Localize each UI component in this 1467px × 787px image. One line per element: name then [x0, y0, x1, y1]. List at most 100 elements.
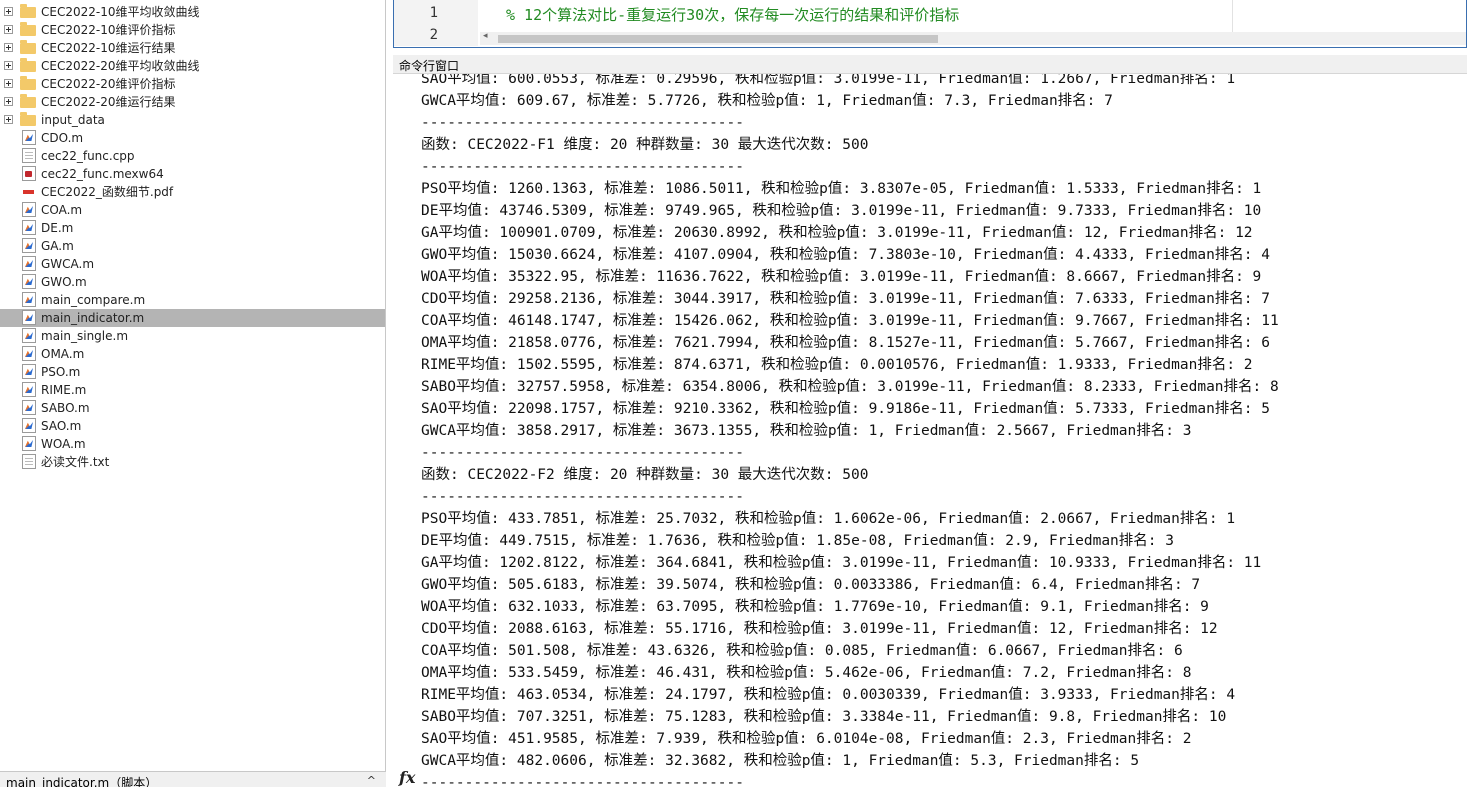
matlab-file-icon	[22, 256, 36, 271]
pdf-file-icon	[22, 184, 36, 199]
expand-icon[interactable]	[4, 79, 13, 88]
output-line: PSO平均值: 433.7851, 标准差: 25.7032, 秩和检验p值: …	[421, 511, 1236, 527]
file-row[interactable]: main_single.m	[0, 327, 386, 345]
expand-icon[interactable]	[4, 25, 13, 34]
file-name: PSO.m	[41, 365, 81, 379]
file-row[interactable]: GWCA.m	[0, 255, 386, 273]
code-line-1[interactable]: % 12个算法对比-重复运行30次，保存每一次运行的结果和评价指标	[506, 4, 959, 25]
file-row[interactable]: cec22_func.mexw64	[0, 165, 386, 183]
file-row[interactable]: COA.m	[0, 201, 386, 219]
expand-icon[interactable]	[4, 7, 13, 16]
output-line: DE平均值: 43746.5309, 标准差: 9749.965, 秩和检验p值…	[421, 203, 1262, 219]
file-row[interactable]: main_indicator.m	[0, 309, 386, 327]
file-name: CEC2022-20维运行结果	[41, 95, 176, 109]
folder-icon	[20, 22, 36, 36]
file-name: cec22_func.cpp	[41, 149, 135, 163]
output-line: RIME平均值: 463.0534, 标准差: 24.1797, 秩和检验p值:…	[421, 687, 1236, 703]
file-name: CEC2022-20维评价指标	[41, 77, 176, 91]
file-row[interactable]: SAO.m	[0, 417, 386, 435]
expand-icon[interactable]	[4, 43, 13, 52]
file-name: cec22_func.mexw64	[41, 167, 164, 181]
matlab-file-icon	[22, 328, 36, 343]
horizontal-scrollbar[interactable]: ◂	[480, 31, 1466, 45]
chevron-up-icon[interactable]: ^	[367, 774, 376, 787]
file-row[interactable]: CEC2022_函数细节.pdf	[0, 183, 386, 201]
command-window[interactable]: SAO平均值: 600.0553, 标准差: 0.29596, 秩和检验p值: …	[393, 74, 1467, 787]
folder-row[interactable]: input_data	[0, 111, 386, 129]
matlab-file-icon	[22, 130, 36, 145]
output-line: WOA平均值: 632.1033, 标准差: 63.7095, 秩和检验p值: …	[421, 599, 1209, 615]
file-row[interactable]: GA.m	[0, 237, 386, 255]
editor-pane[interactable]: 1 2 % 12个算法对比-重复运行30次，保存每一次运行的结果和评价指标 ◂	[393, 0, 1467, 48]
output-line: RIME平均值: 1502.5595, 标准差: 874.6371, 秩和检验p…	[421, 357, 1253, 373]
file-name: CEC2022-10维评价指标	[41, 23, 176, 37]
file-name: SABO.m	[41, 401, 90, 415]
folder-row[interactable]: CEC2022-10维平均收敛曲线	[0, 3, 386, 21]
output-line: SAO平均值: 22098.1757, 标准差: 9210.3362, 秩和检验…	[421, 401, 1270, 417]
folder-row[interactable]: CEC2022-20维平均收敛曲线	[0, 57, 386, 75]
output-line: -------------------------------------	[421, 159, 745, 175]
file-row[interactable]: PSO.m	[0, 363, 386, 381]
command-window-header: 命令行窗口	[393, 55, 1467, 74]
file-row[interactable]: SABO.m	[0, 399, 386, 417]
file-row[interactable]: WOA.m	[0, 435, 386, 453]
folder-icon	[20, 76, 36, 90]
output-line: -------------------------------------	[421, 775, 745, 787]
file-row[interactable]: OMA.m	[0, 345, 386, 363]
matlab-file-icon	[22, 364, 36, 379]
matlab-file-icon	[22, 418, 36, 433]
matlab-file-icon	[22, 346, 36, 361]
output-line: SABO平均值: 707.3251, 标准差: 75.1283, 秩和检验p值:…	[421, 709, 1227, 725]
folder-icon	[20, 94, 36, 108]
file-name: 必读文件.txt	[41, 455, 110, 469]
file-name: SAO.m	[41, 419, 82, 433]
scroll-left-icon[interactable]: ◂	[483, 31, 488, 41]
output-line: GA平均值: 1202.8122, 标准差: 364.6841, 秩和检验p值:…	[421, 555, 1262, 571]
expand-icon[interactable]	[4, 97, 13, 106]
line-number-gutter: 1 2	[394, 0, 478, 46]
details-bar[interactable]: main_indicator.m（脚本） ^	[0, 771, 386, 787]
folder-row[interactable]: CEC2022-20维评价指标	[0, 75, 386, 93]
output-line: SABO平均值: 32757.5958, 标准差: 6354.8006, 秩和检…	[421, 379, 1279, 395]
scrollbar-thumb[interactable]	[498, 35, 938, 43]
matlab-file-icon	[22, 220, 36, 235]
panel-splitter[interactable]	[385, 0, 386, 787]
folder-icon	[20, 4, 36, 18]
fx-prompt-icon[interactable]: fx	[399, 768, 415, 787]
text-file-icon	[22, 454, 36, 469]
file-row[interactable]: cec22_func.cpp	[0, 147, 386, 165]
folder-row[interactable]: CEC2022-20维运行结果	[0, 93, 386, 111]
file-name: main_indicator.m	[41, 311, 145, 325]
output-line: COA平均值: 501.508, 标准差: 43.6326, 秩和检验p值: 0…	[421, 643, 1183, 659]
file-name: GWO.m	[41, 275, 87, 289]
output-line: OMA平均值: 533.5459, 标准差: 46.431, 秩和检验p值: 5…	[421, 665, 1192, 681]
expand-icon[interactable]	[4, 61, 13, 70]
line-number: 1	[429, 5, 438, 21]
file-row[interactable]: GWO.m	[0, 273, 386, 291]
output-line: GWCA平均值: 482.0606, 标准差: 32.3682, 秩和检验p值:…	[421, 753, 1140, 769]
output-line: DE平均值: 449.7515, 标准差: 1.7636, 秩和检验p值: 1.…	[421, 533, 1174, 549]
expand-icon[interactable]	[4, 115, 13, 124]
file-row[interactable]: main_compare.m	[0, 291, 386, 309]
folder-row[interactable]: CEC2022-10维运行结果	[0, 39, 386, 57]
text-file-icon	[22, 148, 36, 163]
file-name: RIME.m	[41, 383, 87, 397]
file-name: main_compare.m	[41, 293, 146, 307]
details-label: main_indicator.m（脚本）	[6, 776, 158, 787]
output-line: PSO平均值: 1260.1363, 标准差: 1086.5011, 秩和检验p…	[421, 181, 1262, 197]
file-name: main_single.m	[41, 329, 129, 343]
file-row[interactable]: DE.m	[0, 219, 386, 237]
mex-file-icon	[22, 166, 36, 181]
file-name: CEC2022_函数细节.pdf	[41, 185, 174, 199]
output-line: GWCA平均值: 609.67, 标准差: 5.7726, 秩和检验p值: 1,…	[421, 93, 1113, 109]
file-name: CEC2022-10维运行结果	[41, 41, 176, 55]
folder-row[interactable]: CEC2022-10维评价指标	[0, 21, 386, 39]
line-number: 2	[429, 27, 438, 43]
command-window-title: 命令行窗口	[399, 59, 460, 73]
file-row[interactable]: RIME.m	[0, 381, 386, 399]
file-row[interactable]: CDO.m	[0, 129, 386, 147]
file-name: WOA.m	[41, 437, 86, 451]
matlab-file-icon	[22, 292, 36, 307]
folder-icon	[20, 112, 36, 126]
file-row[interactable]: 必读文件.txt	[0, 453, 386, 471]
